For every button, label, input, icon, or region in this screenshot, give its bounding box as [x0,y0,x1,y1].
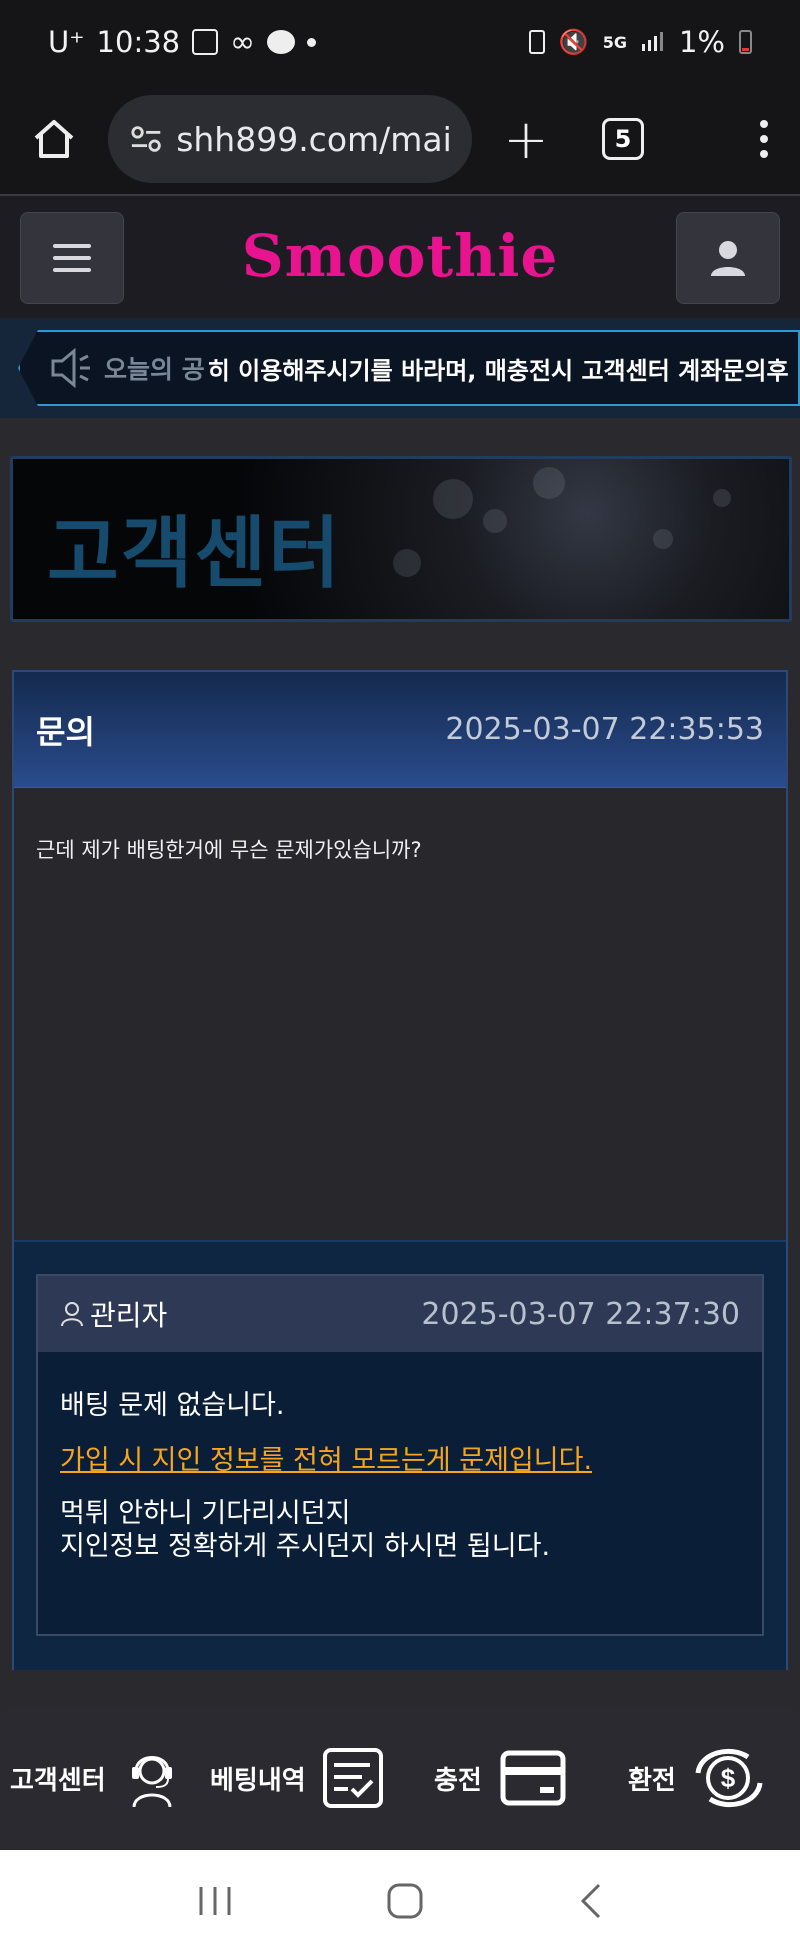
notification-dot-icon [307,37,317,47]
post-title: 문의 [36,712,95,751]
reply-line: 먹튀 안하니 기다리시던지 [60,1498,351,1529]
nav-label: 고객센터 [10,1765,106,1796]
person-icon [61,1302,83,1327]
tab-switcher-button[interactable]: 5 [602,118,644,160]
back-button[interactable] [575,1881,605,1925]
status-bar: U⁺ 10:38 ∞ 🔇 5G 1% [0,0,800,84]
dollar-exchange-icon: $ [690,1743,768,1813]
signal-icon [641,25,665,59]
battery-saver-icon [528,30,545,54]
site-header: Smoothie [0,194,800,318]
nav-customer-center[interactable]: 고객센터 [10,1706,180,1850]
notice-text: 히 이용해주시기를 바라며, 매충전시 고객센터 계좌문의후 [203,350,789,386]
nav-label: 베팅내역 [210,1765,306,1796]
post-date: 2025-03-07 22:35:53 [445,712,764,747]
home-icon [34,120,74,158]
more-dots-icon [760,120,768,128]
bottom-nav: 고객센터 베팅내역 충전 환전 $ [0,1706,800,1850]
reply-line: 지인정보 정확하게 주시던지 하시면 됩니다. [60,1531,551,1562]
post-header: 문의 2025-03-07 22:35:53 [14,672,786,788]
battery-icon [739,30,752,54]
plus-icon: + [503,107,549,171]
network-type: 5G [602,32,627,52]
notice-frame: 오늘의 공지 히 이용해주시기를 바라며, 매충전시 고객센터 계좌문의후 [18,330,800,406]
speaker-icon [50,348,94,388]
browser-toolbar: shh899.com/mair + 5 [0,84,800,194]
nav-betting-history[interactable]: 베팅내역 [210,1706,384,1850]
admin-reply: 관리자 2025-03-07 22:37:30 배팅 문제 없습니다. 가입 시… [36,1274,764,1636]
mute-icon: 🔇 [558,28,589,56]
post-body: 근데 제가 배팅한거에 무슨 문제가있습니까? [14,788,786,1242]
home-button[interactable] [22,107,86,171]
svg-text:$: $ [721,1763,736,1793]
reply-line: 배팅 문제 없습니다. [60,1390,285,1421]
carrier-label: U⁺ [48,25,85,59]
nav-deposit[interactable]: 충전 [434,1706,566,1850]
clock: 10:38 [96,25,181,59]
talk-icon [267,30,296,54]
page-banner: 고객센터 [10,456,792,622]
card-icon [500,1747,566,1809]
url-text: shh899.com/mair [176,119,450,159]
recent-apps-icon [199,1887,231,1915]
nav-label: 환전 [628,1765,676,1796]
reply-date: 2025-03-07 22:37:30 [421,1296,740,1332]
site-settings-icon [131,126,161,152]
checklist-icon [322,1747,384,1809]
user-button[interactable] [676,212,780,304]
gallery-icon [192,29,219,55]
home-circle-icon [387,1883,423,1919]
inquiry-post: 문의 2025-03-07 22:35:53 근데 제가 배팅한거에 무슨 문제… [12,670,788,1670]
home-nav-button[interactable] [385,1881,425,1925]
address-bar[interactable]: shh899.com/mair [108,95,472,183]
user-icon [711,241,745,276]
more-menu-button[interactable] [760,120,768,158]
notice-marquee: 오늘의 공지 히 이용해주시기를 바라며, 매충전시 고객센터 계좌문의후 [0,318,800,418]
reply-warning-line: 가입 시 지인 정보를 전혀 모르는게 문제입니다. [60,1445,593,1476]
nav-withdraw[interactable]: 환전 $ [628,1706,768,1850]
new-tab-button[interactable]: + [494,107,558,171]
headset-icon [124,1747,180,1809]
reply-header: 관리자 2025-03-07 22:37:30 [38,1276,762,1352]
reply-content: 배팅 문제 없습니다. 가입 시 지인 정보를 전혀 모르는게 문제입니다. 먹… [38,1352,762,1600]
infinity-icon: ∞ [230,24,256,60]
reply-author: 관리자 [90,1299,168,1332]
battery-level: 1% [678,25,725,59]
page-title: 고객센터 [47,509,343,599]
system-nav-bar [0,1850,800,1956]
nav-label: 충전 [434,1765,482,1796]
recent-apps-button[interactable] [195,1883,235,1923]
back-icon [580,1883,601,1919]
reply-area: 관리자 2025-03-07 22:37:30 배팅 문제 없습니다. 가입 시… [14,1242,786,1670]
